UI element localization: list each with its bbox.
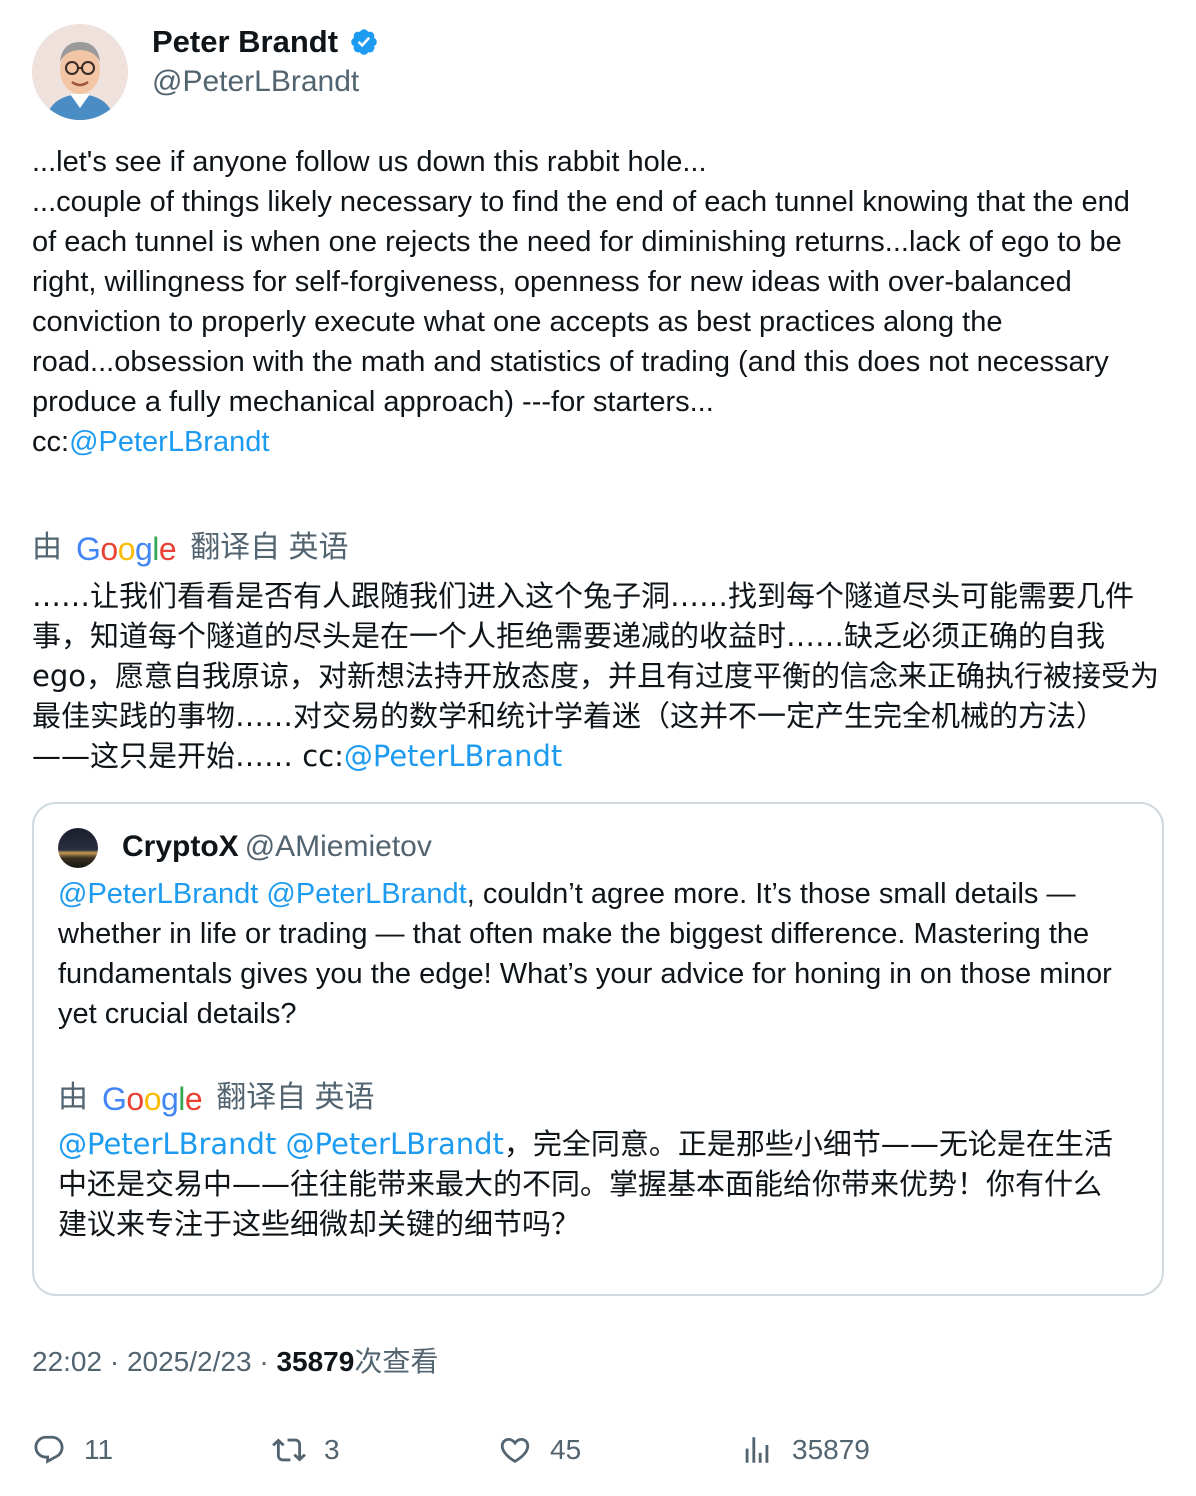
avatar[interactable] [32, 24, 128, 120]
quote-display-name: CryptoX [122, 830, 239, 863]
translation-text: ……让我们看看是否有人跟随我们进入这个兔子洞……找到每个隧道尽头可能需要几件事，… [32, 576, 1162, 776]
display-name[interactable]: Peter Brandt [152, 22, 338, 62]
tweet-body: ...let's see if anyone follow us down th… [32, 146, 1130, 458]
tweet-date[interactable]: 2025/2/23 [127, 1346, 252, 1377]
translation-mention-link[interactable]: @PeterLBrandt [344, 739, 562, 773]
reply-icon [34, 1435, 64, 1464]
retweet-count: 3 [324, 1434, 340, 1465]
quote-translation-label: 由 Google 翻译自 英语 [58, 1076, 375, 1121]
tweet-time[interactable]: 22:02 [32, 1346, 102, 1377]
views-action-count: 35879 [792, 1434, 870, 1465]
quote-text: @PeterLBrandt @PeterLBrandt, couldn’t ag… [58, 874, 1148, 1034]
retweet-icon [272, 1438, 306, 1462]
heart-icon [500, 1437, 530, 1463]
author-handle[interactable]: @PeterLBrandt [152, 62, 379, 102]
tweet-text: ...let's see if anyone follow us down th… [32, 142, 1162, 462]
quote-translated-by-label: 由 [58, 1081, 88, 1114]
views-button[interactable]: 35879 [740, 1426, 870, 1474]
reply-count: 11 [84, 1434, 114, 1465]
quote-handle: @AMiemietov [244, 830, 432, 863]
google-logo[interactable]: Google [76, 527, 177, 571]
tweet-meta: 22:02 · 2025/2/23 · 35879次查看 [32, 1342, 438, 1382]
like-button[interactable]: 45 [498, 1426, 581, 1474]
quote-header: CryptoX @AMiemietov [122, 826, 432, 868]
translated-by-label: 由 [32, 531, 62, 564]
quote-avatar[interactable] [58, 828, 98, 868]
views-label: 次查看 [354, 1346, 439, 1377]
quote-translated-from-label[interactable]: 翻译自 英语 [216, 1081, 374, 1114]
like-count: 45 [550, 1434, 582, 1465]
translation-label: 由 Google 翻译自 英语 [32, 526, 349, 571]
translated-from-label[interactable]: 翻译自 英语 [190, 531, 348, 564]
action-bar: 11 3 45 35879 [32, 1426, 1162, 1474]
views-count: 35879 [276, 1346, 355, 1377]
verified-badge-icon [349, 27, 379, 57]
reply-button[interactable]: 11 [32, 1426, 113, 1474]
views-icon [745, 1437, 769, 1463]
meta-separator: · [109, 1346, 120, 1377]
quote-mentions[interactable]: @PeterLBrandt @PeterLBrandt [58, 878, 467, 910]
translation-body: ……让我们看看是否有人跟随我们进入这个兔子洞……找到每个隧道尽头可能需要几件事，… [32, 579, 1159, 773]
retweet-button[interactable]: 3 [272, 1426, 340, 1474]
quote-google-logo[interactable]: Google [102, 1077, 203, 1121]
quote-translation-mentions[interactable]: @PeterLBrandt @PeterLBrandt [58, 1127, 504, 1161]
author-names: Peter Brandt @PeterLBrandt [152, 22, 379, 102]
quoted-tweet[interactable]: CryptoX @AMiemietov @PeterLBrandt @PeterL… [32, 802, 1164, 1296]
mention-link[interactable]: @PeterLBrandt [69, 426, 269, 458]
meta-separator-2: · [259, 1346, 269, 1377]
quote-translation-text: @PeterLBrandt @PeterLBrandt，完全同意。正是那些小细节… [58, 1124, 1128, 1244]
tweet-card: Peter Brandt @PeterLBrandt ...let's see … [0, 0, 1196, 1496]
